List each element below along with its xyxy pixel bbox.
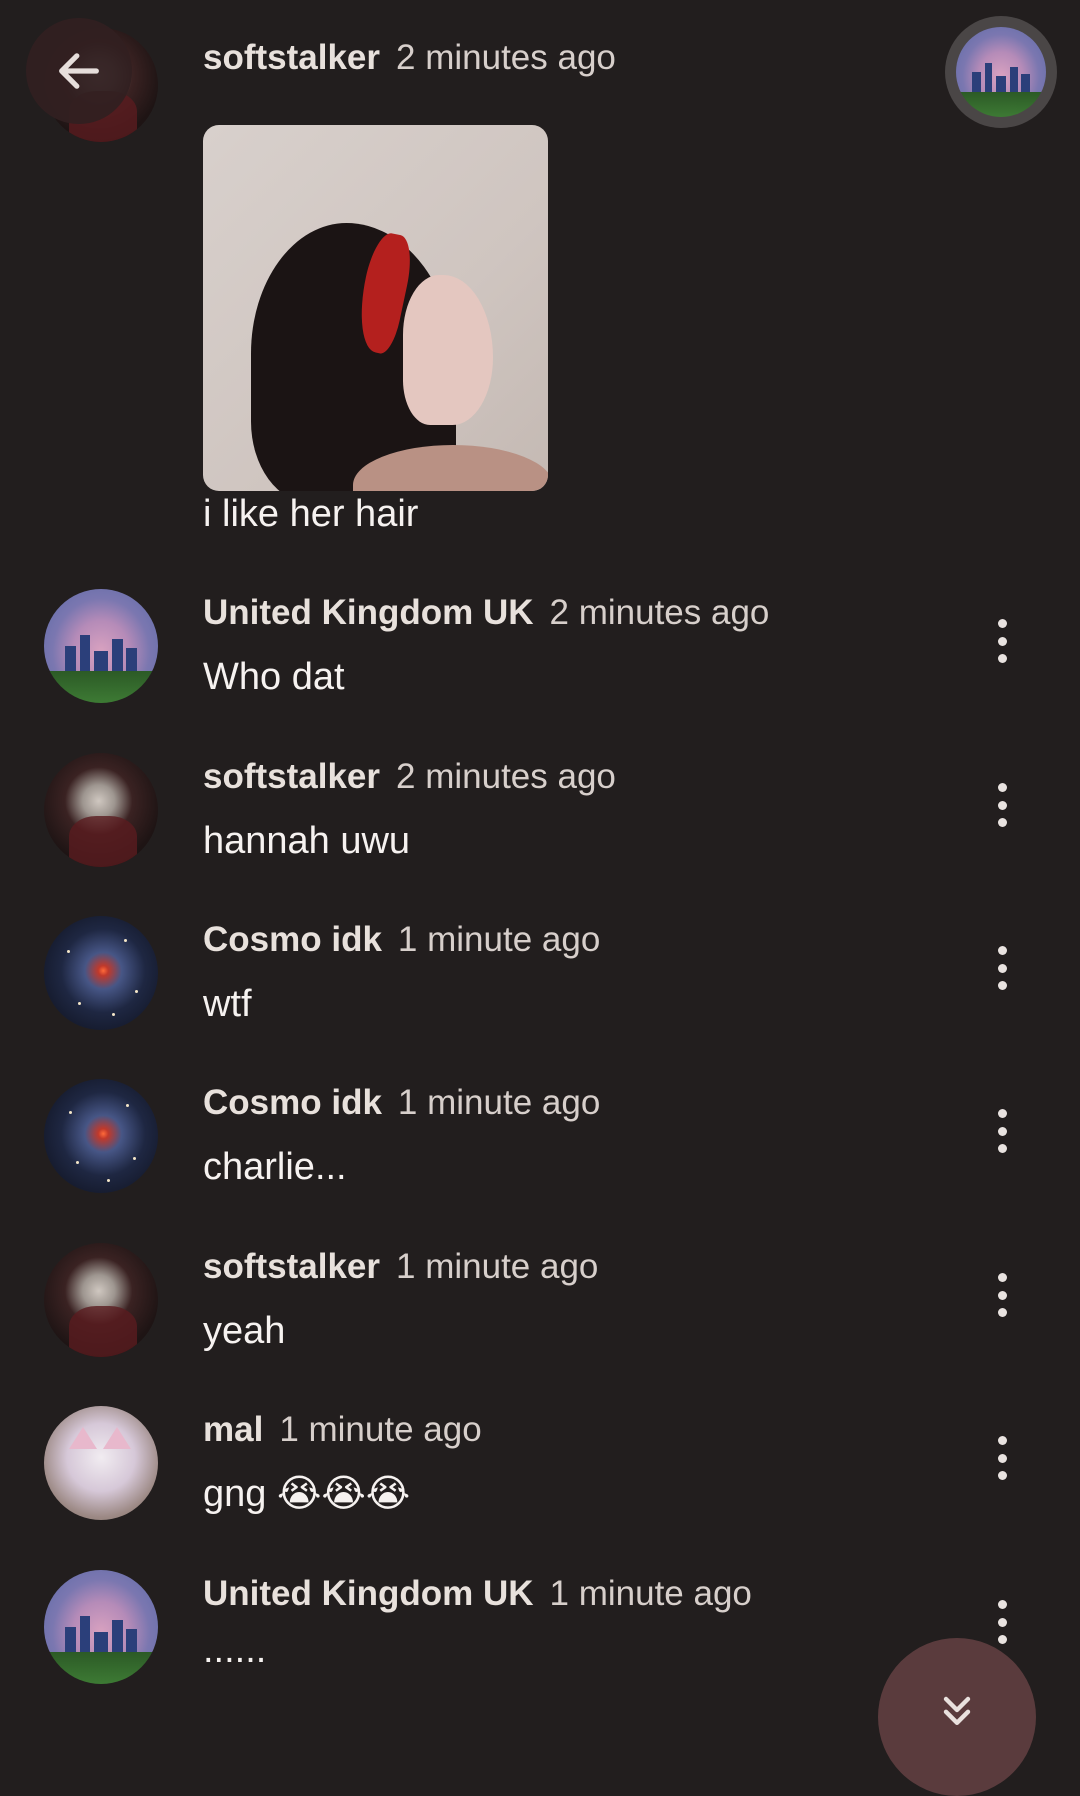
username[interactable]: Cosmo idk [203,920,382,959]
username[interactable]: softstalker [203,38,380,77]
message-item: softstalker 2 minutes ago i like her hair [0,28,1080,548]
timestamp: 1 minute ago [396,1247,599,1286]
timestamp: 1 minute ago [279,1410,482,1449]
more-vertical-icon [997,1109,1007,1118]
avatar[interactable] [44,753,158,867]
message-text: hannah uwu [203,820,411,862]
more-vertical-icon [997,1436,1007,1445]
message-header: softstalker 2 minutes ago [203,755,616,799]
message-text: wtf [203,983,252,1025]
attached-photo[interactable] [203,125,548,491]
username[interactable]: Cosmo idk [203,1083,382,1122]
timestamp: 2 minutes ago [396,38,616,77]
more-vertical-icon [997,619,1007,628]
more-vertical-icon [997,783,1007,792]
avatar [956,27,1046,117]
message-header: softstalker 1 minute ago [203,1245,598,1289]
more-options-button[interactable] [984,938,1020,998]
more-options-button[interactable] [984,1101,1020,1161]
avatar[interactable] [44,916,158,1030]
current-user-avatar[interactable] [945,16,1057,128]
message-text: i like her hair [203,493,419,535]
message-text: gng 😭😭😭 [203,1473,411,1515]
username[interactable]: United Kingdom UK [203,593,534,632]
back-button[interactable] [26,18,132,124]
message-text: charlie... [203,1146,347,1188]
message-header: softstalker 2 minutes ago [203,36,616,80]
scroll-to-bottom-button[interactable] [878,1638,1036,1796]
message-text: ...... [203,1629,267,1671]
message-item: Cosmo idk 1 minute ago wtf [0,910,1080,1050]
chevrons-down-icon [943,1696,971,1726]
timestamp: 1 minute ago [397,920,601,959]
avatar[interactable] [44,589,158,703]
message-item: Cosmo idk 1 minute ago charlie... [0,1073,1080,1213]
more-vertical-icon [997,1600,1007,1609]
username[interactable]: United Kingdom UK [203,1574,534,1613]
avatar[interactable] [44,1406,158,1520]
more-options-button[interactable] [984,1265,1020,1325]
message-item: softstalker 1 minute ago yeah [0,1237,1080,1377]
more-vertical-icon [997,946,1007,955]
message-text: Who dat [203,656,345,698]
more-options-button[interactable] [984,775,1020,835]
message-item: softstalker 2 minutes ago hannah uwu [0,747,1080,887]
message-header: Cosmo idk 1 minute ago [203,1081,600,1125]
message-item: mal 1 minute ago gng 😭😭😭 [0,1400,1080,1540]
message-header: Cosmo idk 1 minute ago [203,918,600,962]
timestamp: 2 minutes ago [396,757,616,796]
message-header: United Kingdom UK 2 minutes ago [203,591,769,635]
avatar[interactable] [44,1079,158,1193]
message-header: United Kingdom UK 1 minute ago [203,1572,752,1616]
avatar[interactable] [44,1570,158,1684]
timestamp: 1 minute ago [549,1574,752,1613]
avatar[interactable] [44,1243,158,1357]
username[interactable]: softstalker [203,1247,380,1286]
timestamp: 1 minute ago [397,1083,601,1122]
username[interactable]: mal [203,1410,263,1449]
more-options-button[interactable] [984,611,1020,671]
arrow-left-icon [59,53,99,89]
message-header: mal 1 minute ago [203,1408,482,1452]
more-options-button[interactable] [984,1428,1020,1488]
message-item: United Kingdom UK 2 minutes ago Who dat [0,583,1080,723]
more-options-button[interactable] [984,1592,1020,1652]
username[interactable]: softstalker [203,757,380,796]
message-text: yeah [203,1310,286,1352]
more-vertical-icon [997,1273,1007,1282]
timestamp: 2 minutes ago [549,593,770,632]
